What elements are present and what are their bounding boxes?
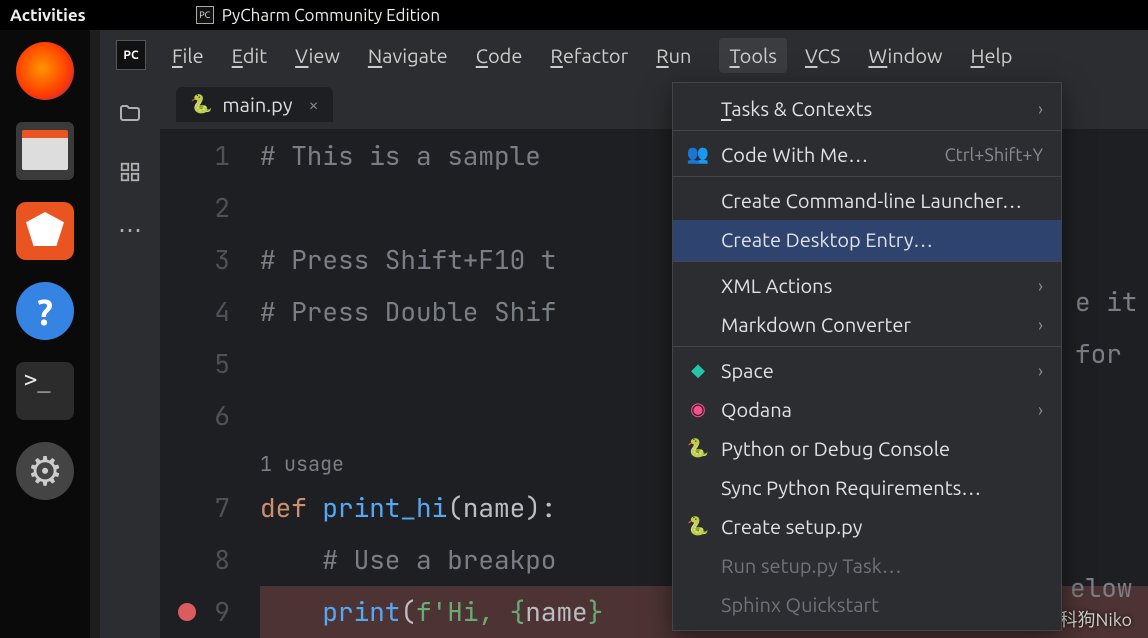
chevron-right-icon: › xyxy=(1038,276,1043,296)
menu-item-qodana[interactable]: ◉ Qodana › xyxy=(673,390,1061,429)
chevron-right-icon: › xyxy=(1038,99,1043,119)
structure-tool-icon[interactable] xyxy=(116,158,144,186)
code-line[interactable]: # This is a sample xyxy=(260,138,556,173)
menu-item-label: Python or Debug Console xyxy=(721,437,1043,460)
blank-icon xyxy=(687,477,709,499)
menu-item-label: Space xyxy=(721,359,1026,382)
menu-file[interactable]: File xyxy=(172,44,204,67)
tab-close-icon[interactable]: × xyxy=(308,95,318,115)
editor-tab-main[interactable]: 🐍 main.py × xyxy=(176,87,333,122)
menu-item-label: Tasks & Contexts xyxy=(721,97,1026,120)
code-peek: for xyxy=(1075,336,1122,371)
gnome-topbar: Activities PC PyCharm Community Edition xyxy=(0,0,1148,30)
menu-item-sync-python-requirements[interactable]: Sync Python Requirements… xyxy=(673,468,1061,507)
app-indicator-icon: PC xyxy=(196,6,214,24)
gutter-line: 7 xyxy=(160,482,230,534)
menu-item-label: Code With Me… xyxy=(721,143,933,166)
tool-sidebar: ⋯ xyxy=(100,80,160,638)
menubar: PC File Edit View Navigate Code Refactor Run To… xyxy=(100,30,1148,80)
blank-icon xyxy=(687,98,709,120)
menu-item-label: Create Command-line Launcher… xyxy=(721,189,1043,212)
code-line[interactable]: def print_hi(name): xyxy=(260,490,556,525)
chevron-right-icon: › xyxy=(1038,315,1043,335)
menu-item-label: Markdown Converter xyxy=(721,313,1026,336)
gutter-line: 2 xyxy=(160,182,230,234)
dock-software-icon[interactable] xyxy=(16,202,74,260)
menu-item-label: Sync Python Requirements… xyxy=(721,476,1043,499)
chevron-right-icon: › xyxy=(1038,400,1043,420)
menu-item-create-command-line-launcher[interactable]: Create Command-line Launcher… xyxy=(673,181,1061,220)
blank-icon xyxy=(687,555,709,577)
menu-item-markdown-converter[interactable]: Markdown Converter › xyxy=(673,305,1061,347)
chevron-right-icon: › xyxy=(1038,361,1043,381)
gutter: 123456789 xyxy=(160,130,260,638)
tools-menu-dropdown[interactable]: Tasks & Contexts › 👥 Code With Me… Ctrl+Shif… xyxy=(672,82,1062,631)
menu-item-create-setup-py[interactable]: 🐍 Create setup.py xyxy=(673,507,1061,546)
gutter-line: 4 xyxy=(160,286,230,338)
gutter-line: 6 xyxy=(160,390,230,442)
menu-run[interactable]: Run xyxy=(656,44,691,67)
gutter-line: 1 xyxy=(160,130,230,182)
code-peek: e it xyxy=(1075,284,1137,319)
menu-tools[interactable]: Tools xyxy=(719,38,787,73)
blank-icon xyxy=(687,594,709,616)
menu-code[interactable]: Code xyxy=(476,44,523,67)
breakpoint-icon[interactable] xyxy=(178,603,196,621)
code-icon: 👥 xyxy=(687,144,709,166)
space-icon: ◆ xyxy=(687,360,709,382)
menu-shortcut: Ctrl+Shift+Y xyxy=(945,145,1043,165)
menu-item-label: Run setup.py Task… xyxy=(721,554,1043,577)
menu-refactor[interactable]: Refactor xyxy=(550,44,628,67)
menu-item-space[interactable]: ◆ Space › xyxy=(673,351,1061,390)
python-icon: 🐍 xyxy=(687,438,709,460)
more-tool-icon[interactable]: ⋯ xyxy=(116,216,144,244)
qodana-icon: ◉ xyxy=(687,399,709,421)
menu-help[interactable]: Help xyxy=(971,44,1013,67)
code-line[interactable]: # Use a breakpo xyxy=(260,542,556,577)
ubuntu-dock: ? >_ ⚙ xyxy=(0,30,90,638)
dock-settings-icon[interactable]: ⚙ xyxy=(16,442,74,500)
blank-icon xyxy=(687,229,709,251)
menu-item-python-or-debug-console[interactable]: 🐍 Python or Debug Console xyxy=(673,429,1061,468)
python-file-icon: 🐍 xyxy=(190,94,212,115)
gutter-line: 8 xyxy=(160,534,230,586)
menu-vcs[interactable]: VCS xyxy=(805,44,840,67)
menu-item-code-with-me[interactable]: 👥 Code With Me… Ctrl+Shift+Y xyxy=(673,135,1061,177)
menu-item-label: Qodana xyxy=(721,398,1026,421)
dock-firefox-icon[interactable] xyxy=(16,42,74,100)
gutter-line: 3 xyxy=(160,234,230,286)
dock-terminal-icon[interactable]: >_ xyxy=(16,362,74,420)
code-line[interactable]: # Press Double Shif xyxy=(260,294,556,329)
pycharm-logo-icon: PC xyxy=(116,40,146,70)
menu-item-xml-actions[interactable]: XML Actions › xyxy=(673,266,1061,305)
menu-item-label: Sphinx Quickstart xyxy=(721,593,1043,616)
menu-item-label: XML Actions xyxy=(721,274,1026,297)
dock-files-icon[interactable] xyxy=(16,122,74,180)
create-icon: 🐍 xyxy=(687,516,709,538)
dock-help-icon[interactable]: ? xyxy=(16,282,74,340)
code-line[interactable]: # Press Shift+F10 t xyxy=(260,242,556,277)
menu-edit[interactable]: Edit xyxy=(232,44,267,67)
activities-button[interactable]: Activities xyxy=(10,6,86,25)
menu-item-tasks-contexts[interactable]: Tasks & Contexts › xyxy=(673,89,1061,131)
gutter-line xyxy=(160,442,230,482)
menu-view[interactable]: View xyxy=(295,44,340,67)
menu-item-sphinx-quickstart: Sphinx Quickstart xyxy=(673,585,1061,624)
menu-item-label: Create setup.py xyxy=(721,515,1043,538)
menu-window[interactable]: Window xyxy=(868,44,942,67)
gutter-line: 5 xyxy=(160,338,230,390)
tab-filename: main.py xyxy=(222,93,292,116)
menu-item-run-setup-py-task: Run setup.py Task… xyxy=(673,546,1061,585)
menu-item-label: Create Desktop Entry… xyxy=(721,228,1043,251)
app-title: PyCharm Community Edition xyxy=(222,6,440,25)
blank-icon xyxy=(687,314,709,336)
blank-icon xyxy=(687,275,709,297)
project-tool-icon[interactable] xyxy=(116,100,144,128)
menu-navigate[interactable]: Navigate xyxy=(368,44,448,67)
blank-icon xyxy=(687,190,709,212)
usage-hint[interactable]: 1 usage xyxy=(260,451,344,477)
menu-item-create-desktop-entry[interactable]: Create Desktop Entry… xyxy=(673,220,1061,262)
code-peek: elow xyxy=(1070,570,1132,605)
